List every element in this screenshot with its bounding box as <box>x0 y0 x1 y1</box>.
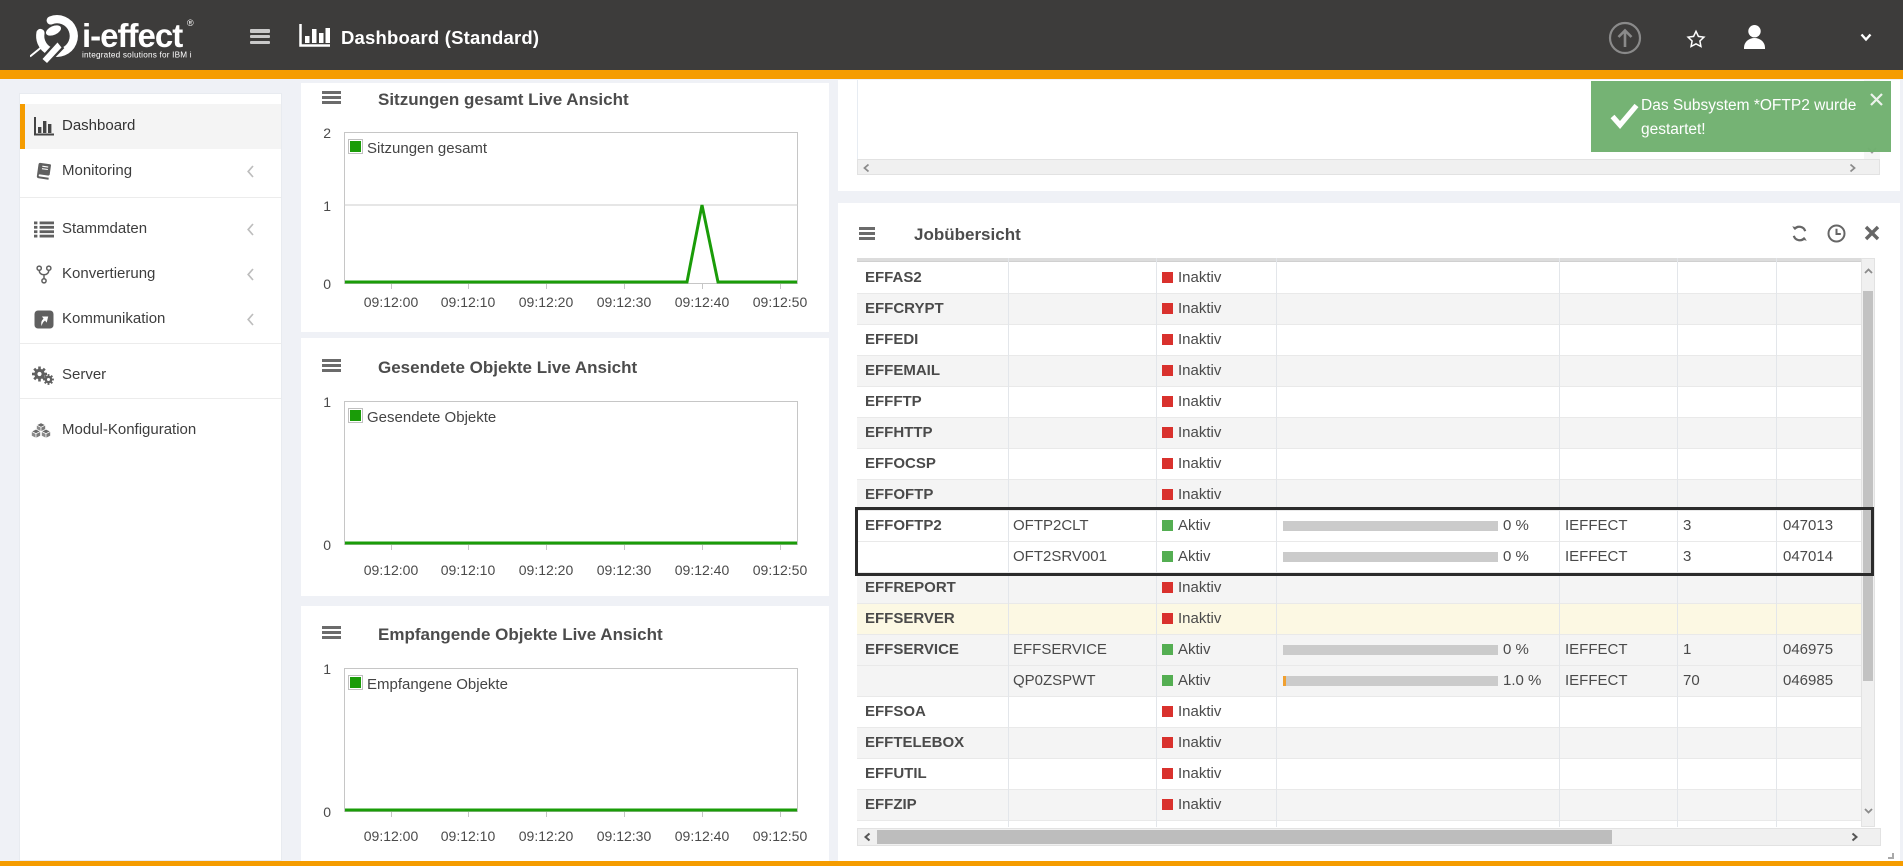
svg-text:i-effect: i-effect <box>82 17 183 54</box>
svg-text:®: ® <box>187 18 194 28</box>
svg-text:integrated solutions for IBM i: integrated solutions for IBM i <box>82 51 192 60</box>
